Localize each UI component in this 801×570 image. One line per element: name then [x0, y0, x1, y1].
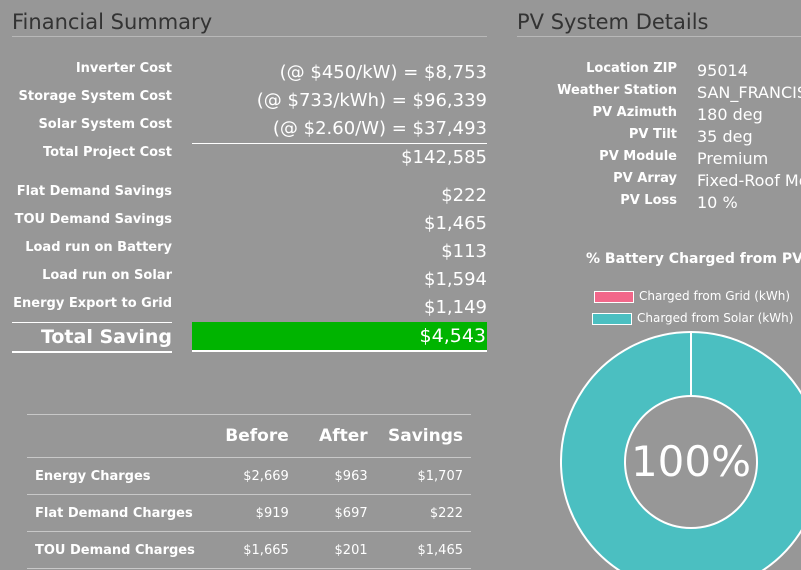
pv-module-label: PV Module	[599, 149, 677, 164]
solar-cost-value: (@ $2.60/W) = $37,493	[272, 118, 487, 139]
savings-cell: $1,465	[375, 531, 471, 569]
row-label: TOU Demand Charges	[27, 531, 206, 569]
energy-export-value: $1,149	[424, 297, 487, 318]
total-saving-label: Total Saving	[12, 322, 172, 353]
pv-azimuth-label: PV Azimuth	[592, 105, 677, 120]
savings-cell: $1,707	[375, 457, 471, 495]
inverter-cost-label: Inverter Cost	[75, 61, 172, 76]
tou-demand-savings-label: TOU Demand Savings	[14, 212, 172, 227]
financial-summary-title: Financial Summary	[12, 10, 487, 37]
table-row: Flat Demand Charges $919 $697 $222	[27, 494, 471, 532]
table-row: Energy Charges $2,669 $963 $1,707	[27, 457, 471, 495]
storage-cost-value: (@ $733/kWh) = $96,339	[256, 90, 487, 111]
table-row: TOU Demand Charges $1,665 $201 $1,465	[27, 531, 471, 569]
battery-donut-chart: 100%	[560, 331, 801, 570]
flat-demand-savings-value: $222	[441, 185, 487, 206]
pv-loss-value: 10 %	[697, 193, 738, 212]
table-header-before: Before	[205, 414, 297, 458]
legend-item-grid[interactable]: Charged from Grid (kWh)	[594, 289, 790, 303]
weather-station-value: SAN_FRANCISCO	[697, 83, 801, 102]
weather-station-label: Weather Station	[557, 83, 677, 98]
load-battery-value: $113	[441, 241, 487, 262]
after-cell: $963	[296, 457, 376, 495]
inverter-cost-value: (@ $450/kW) = $8,753	[279, 62, 487, 83]
table-header-savings: Savings	[375, 414, 471, 458]
before-cell: $1,665	[205, 531, 297, 569]
flat-demand-savings-label: Flat Demand Savings	[16, 184, 172, 199]
legend-swatch-solar	[592, 312, 632, 325]
total-project-cost-label: Total Project Cost	[42, 145, 172, 160]
chart-title: % Battery Charged from PV	[586, 251, 801, 267]
after-cell: $201	[296, 531, 376, 569]
table-header-row: Before After Savings	[27, 414, 471, 458]
pv-module-value: Premium	[697, 149, 769, 168]
row-label: Energy Charges	[27, 457, 206, 495]
pv-loss-label: PV Loss	[620, 193, 677, 208]
load-battery-label: Load run on Battery	[25, 240, 172, 255]
solar-cost-label: Solar System Cost	[38, 117, 172, 132]
energy-export-label: Energy Export to Grid	[13, 296, 172, 311]
location-zip-label: Location ZIP	[586, 61, 677, 76]
legend-swatch-grid	[594, 290, 634, 303]
legend-label-solar: Charged from Solar (kWh)	[637, 311, 794, 325]
row-label: Flat Demand Charges	[27, 494, 206, 532]
table-header-blank	[27, 414, 206, 458]
savings-cell: $222	[375, 494, 471, 532]
before-cell: $919	[205, 494, 297, 532]
storage-cost-label: Storage System Cost	[18, 89, 172, 104]
pv-tilt-label: PV Tilt	[628, 127, 677, 142]
pv-details-title: PV System Details	[517, 10, 801, 37]
pv-azimuth-value: 180 deg	[697, 105, 763, 124]
savings-comparison-table: Before After Savings Energy Charges $2,6…	[27, 414, 471, 569]
legend-label-grid: Charged from Grid (kWh)	[639, 289, 791, 303]
after-cell: $697	[296, 494, 376, 532]
legend-item-solar[interactable]: Charged from Solar (kWh)	[592, 311, 793, 325]
total-project-cost-value: $142,585	[401, 147, 487, 168]
pv-array-label: PV Array	[613, 171, 677, 186]
tou-demand-savings-value: $1,465	[424, 213, 487, 234]
cost-subtotal-rule	[192, 143, 487, 144]
location-zip-value: 95014	[697, 61, 748, 80]
load-solar-label: Load run on Solar	[42, 268, 172, 283]
load-solar-value: $1,594	[424, 269, 487, 290]
total-saving-value: $4,543	[192, 322, 487, 352]
table-header-after: After	[296, 414, 376, 458]
before-cell: $2,669	[205, 457, 297, 495]
pv-tilt-value: 35 deg	[697, 127, 753, 146]
pv-array-value: Fixed-Roof Mount	[697, 171, 801, 190]
donut-center-label: 100%	[631, 437, 751, 486]
